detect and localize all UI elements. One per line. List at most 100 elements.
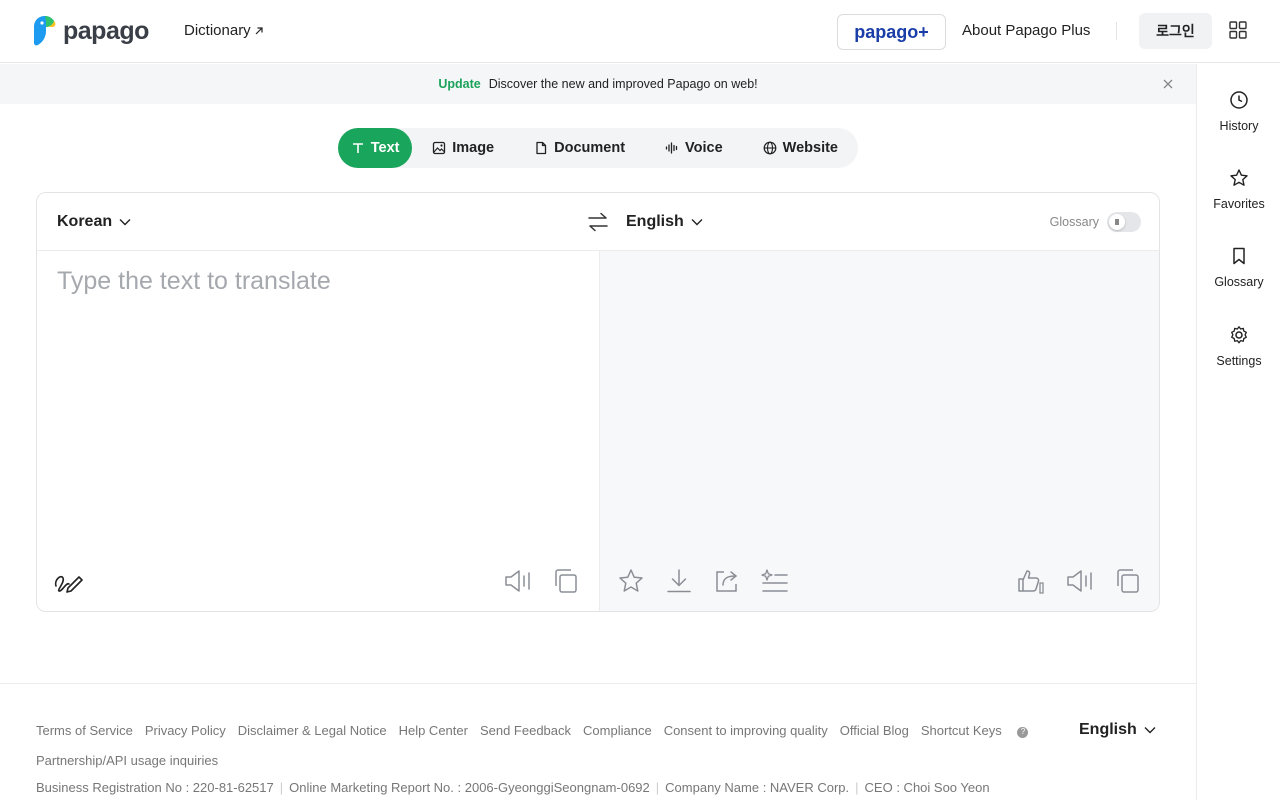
share-icon [716, 571, 738, 592]
handwriting-icon [54, 575, 83, 593]
copy-icon [555, 569, 577, 593]
separator: | [855, 780, 859, 795]
footer-link-label: Shortcut Keys [920, 723, 1002, 738]
text-icon [352, 143, 363, 153]
apps-grid-button[interactable] [1228, 21, 1248, 41]
target-listen-button[interactable] [1065, 566, 1095, 596]
company-info-item: Company Name : NAVER Corp. [665, 780, 850, 795]
right-sidebar: History Favorites Glossary Settings [1196, 64, 1280, 800]
company-info: Business Registration No : 220-81-62517 |… [36, 780, 990, 795]
tab-voice[interactable]: Voice [645, 128, 743, 168]
sidebar-item-settings[interactable]: Settings [1197, 325, 1280, 368]
swap-languages-button[interactable] [587, 212, 609, 232]
glossary-toggle[interactable]: Glossary [1050, 212, 1141, 232]
source-pane [37, 251, 599, 611]
chevron-down-icon [119, 219, 131, 226]
tab-label: Document [554, 140, 626, 156]
parrot-logo-icon [34, 16, 56, 46]
sidebar-item-history[interactable]: History [1197, 90, 1280, 133]
close-icon [1163, 79, 1173, 89]
source-copy-button[interactable] [551, 566, 581, 596]
update-tag: Update [438, 77, 481, 91]
gear-icon [1231, 326, 1247, 344]
company-info-item: CEO : Choi Soo Yeon [864, 780, 990, 795]
dictionary-link[interactable]: Dictionary [184, 22, 264, 39]
banner-close-button[interactable] [1160, 76, 1176, 92]
login-button[interactable]: 로그인 [1139, 13, 1212, 49]
footer-link[interactable]: Compliance [583, 723, 652, 738]
image-icon [433, 141, 446, 155]
source-text-input[interactable] [57, 267, 577, 537]
speaker-icon [1067, 570, 1092, 592]
footer-link[interactable]: Terms of Service [36, 723, 133, 738]
site-language-select[interactable]: English [1079, 721, 1157, 739]
update-message[interactable]: Discover the new and improved Papago on … [489, 77, 758, 91]
glossary-toggle-label: Glossary [1049, 215, 1099, 229]
thumbs-icon [1018, 570, 1044, 594]
source-language-label: Korean [57, 213, 113, 230]
footer-link[interactable]: Partnership/API usage inquiries [36, 753, 218, 768]
footer-link[interactable]: Official Blog [840, 723, 909, 738]
footer-link[interactable]: Consent to improving quality [664, 723, 828, 738]
footer-link[interactable]: Help Center [399, 723, 468, 738]
papago-logo[interactable]: papago [33, 15, 149, 47]
footer-link[interactable]: Send Feedback [480, 723, 571, 738]
header: papago Dictionary papago+ About Papago P… [0, 0, 1280, 63]
company-info-item: Business Registration No : 220-81-62517 [36, 780, 274, 795]
logo-text: papago [63, 16, 149, 45]
footer-link-shortcut-keys[interactable]: Shortcut Keys ? [921, 723, 1041, 738]
grid-icon [1229, 21, 1247, 39]
handwriting-button[interactable] [53, 566, 83, 596]
target-pane [599, 251, 1159, 611]
share-button[interactable] [712, 566, 742, 596]
tab-document[interactable]: Document [514, 128, 645, 168]
company-info-item: Online Marketing Report No. : 2006-Gyeon… [289, 780, 650, 795]
download-button[interactable] [664, 566, 694, 596]
tab-label: Voice [685, 140, 723, 156]
star-icon [1230, 169, 1248, 186]
copy-icon [1117, 569, 1139, 593]
footer-divider [0, 683, 1196, 684]
ai-summary-button[interactable] [760, 566, 790, 596]
mode-tabs: Text Image Document Voice Website [338, 128, 858, 168]
language-bar: Korean English Glossary [37, 193, 1159, 251]
sidebar-item-label: History [1219, 119, 1259, 133]
about-papago-plus-link[interactable]: About Papago Plus [962, 22, 1090, 39]
source-listen-button[interactable] [503, 566, 533, 596]
bookmark-icon [1233, 247, 1245, 265]
sidebar-item-glossary[interactable]: Glossary [1197, 246, 1280, 289]
target-language-select[interactable]: English [626, 213, 704, 231]
feedback-button[interactable] [1016, 566, 1046, 596]
help-icon: ? [1017, 726, 1029, 738]
chevron-down-icon [691, 219, 703, 226]
sidebar-item-favorites[interactable]: Favorites [1197, 168, 1280, 211]
tab-label: Text [370, 140, 400, 156]
glossary-switch[interactable] [1107, 212, 1141, 232]
dictionary-label: Dictionary [184, 22, 251, 39]
document-icon [536, 141, 547, 155]
tab-website[interactable]: Website [743, 128, 858, 168]
header-divider [1116, 22, 1117, 40]
papago-plus-badge[interactable]: papago+ [837, 14, 946, 50]
target-copy-button[interactable] [1113, 566, 1143, 596]
swap-icon [588, 212, 608, 232]
favorite-button[interactable] [616, 566, 646, 596]
tab-image[interactable]: Image [412, 128, 514, 168]
source-language-select[interactable]: Korean [57, 213, 132, 231]
chevron-down-icon [1144, 727, 1156, 734]
sidebar-item-label: Favorites [1213, 197, 1265, 211]
clock-icon [1230, 91, 1248, 109]
site-language-label: English [1079, 721, 1137, 738]
sparkle-list-icon [761, 569, 788, 592]
switch-knob [1109, 214, 1125, 230]
download-icon [667, 569, 691, 593]
tab-text[interactable]: Text [338, 128, 413, 168]
footer-link[interactable]: Disclaimer & Legal Notice [238, 723, 387, 738]
star-icon [619, 569, 643, 592]
voice-icon [665, 142, 678, 154]
external-arrow-icon [255, 26, 263, 34]
target-language-label: English [626, 213, 684, 230]
footer-link[interactable]: Privacy Policy [145, 723, 226, 738]
update-banner: Update Discover the new and improved Pap… [0, 64, 1196, 104]
sidebar-item-label: Settings [1216, 354, 1262, 368]
